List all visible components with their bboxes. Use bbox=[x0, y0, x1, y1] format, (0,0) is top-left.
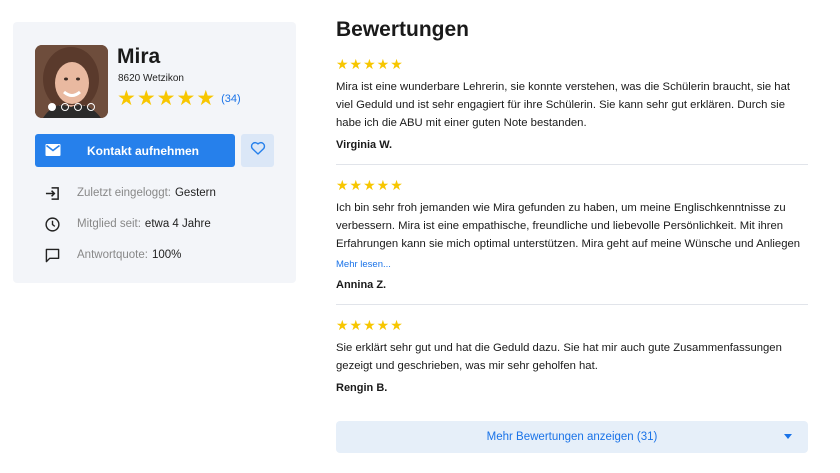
carousel-dot[interactable] bbox=[87, 103, 95, 111]
profile-photo[interactable] bbox=[35, 45, 108, 118]
review-text: Sie erklärt sehr gut und hat die Geduld … bbox=[336, 342, 782, 372]
review-divider bbox=[336, 304, 808, 305]
review-author: Annina Z. bbox=[336, 279, 387, 291]
response-rate-label: Antwortquote: bbox=[77, 249, 148, 261]
review-text: Mira ist eine wunderbare Lehrerin, sie k… bbox=[336, 81, 791, 129]
clock-icon bbox=[44, 216, 60, 232]
star-icon: ★ bbox=[117, 87, 136, 110]
star-icon: ★ bbox=[136, 87, 156, 110]
read-more-link[interactable]: Mehr lesen... bbox=[336, 259, 808, 270]
heart-icon bbox=[250, 141, 266, 160]
chat-bubble-icon bbox=[44, 247, 60, 263]
member-since-value: etwa 4 Jahre bbox=[144, 218, 211, 230]
review-divider bbox=[336, 164, 808, 165]
member-since-label: Mitglied seit: bbox=[77, 218, 141, 230]
carousel-dot[interactable] bbox=[48, 103, 56, 111]
member-since-row: Mitglied seit: etwa 4 Jahre bbox=[44, 216, 211, 232]
login-arrow-icon bbox=[44, 185, 60, 201]
photo-carousel-dots bbox=[48, 103, 95, 111]
profile-rating[interactable]: ★ ★ ★ ★ ★ (34) bbox=[117, 88, 241, 110]
review-item: ★★★★★ Mira ist eine wunderbare Lehrerin,… bbox=[336, 56, 808, 151]
carousel-dot[interactable] bbox=[74, 103, 82, 111]
last-login-value: Gestern bbox=[174, 187, 216, 199]
review-text: Ich bin sehr froh jemanden wie Mira gefu… bbox=[336, 202, 801, 250]
star-icon: ★ bbox=[156, 87, 176, 110]
review-stars: ★★★★★ bbox=[336, 56, 404, 72]
review-stars: ★★★★★ bbox=[336, 177, 404, 193]
review-item: ★★★★★ Ich bin sehr froh jemanden wie Mir… bbox=[336, 177, 808, 291]
favorite-button[interactable] bbox=[241, 134, 274, 167]
review-author: Virginia W. bbox=[336, 139, 393, 151]
star-icon: ★ bbox=[196, 87, 216, 110]
show-more-reviews-label: Mehr Bewertungen anzeigen (31) bbox=[486, 431, 658, 443]
caret-down-icon bbox=[784, 434, 792, 439]
review-item: ★★★★★ Sie erklärt sehr gut und hat die G… bbox=[336, 317, 808, 394]
last-login-row: Zuletzt eingeloggt: Gestern bbox=[44, 185, 216, 201]
last-login-label: Zuletzt eingeloggt: bbox=[77, 187, 171, 199]
carousel-dot[interactable] bbox=[61, 103, 69, 111]
contact-button-label: Kontakt aufnehmen bbox=[86, 143, 199, 158]
profile-card: Mira 8620 Wetzikon ★ ★ ★ ★ ★ (34) Kontak… bbox=[13, 22, 296, 283]
review-stars: ★★★★★ bbox=[336, 317, 404, 333]
profile-location: 8620 Wetzikon bbox=[118, 73, 184, 84]
response-rate-row: Antwortquote: 100% bbox=[44, 247, 181, 263]
contact-button[interactable]: Kontakt aufnehmen bbox=[35, 134, 235, 167]
review-count-link[interactable]: (34) bbox=[221, 93, 241, 105]
review-author: Rengin B. bbox=[336, 382, 388, 394]
profile-name: Mira bbox=[117, 45, 161, 68]
mail-icon bbox=[45, 143, 61, 160]
reviews-title: Bewertungen bbox=[336, 18, 470, 41]
show-more-reviews-button[interactable]: Mehr Bewertungen anzeigen (31) bbox=[336, 421, 808, 453]
response-rate-value: 100% bbox=[151, 249, 182, 261]
star-icon: ★ bbox=[176, 87, 196, 110]
